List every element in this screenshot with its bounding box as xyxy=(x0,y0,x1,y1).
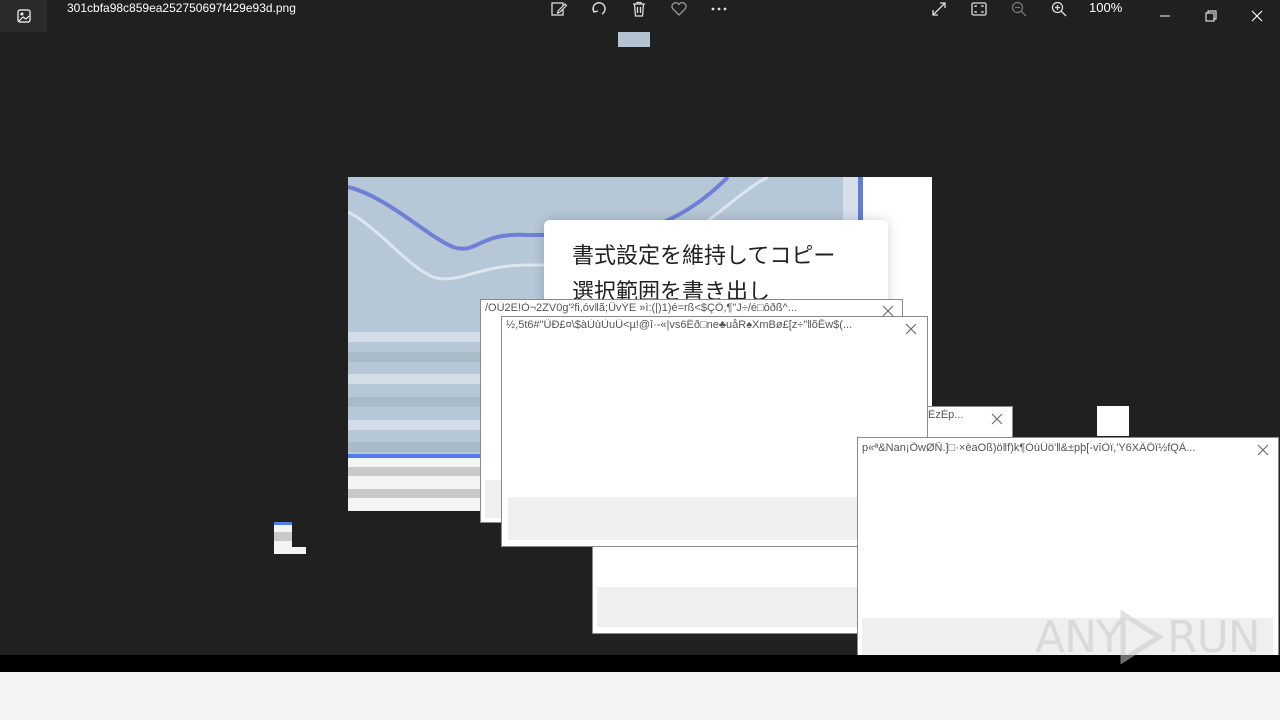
image-fragment xyxy=(274,547,306,554)
dialog-title: ÈzÈp... xyxy=(928,409,964,421)
delete-icon[interactable] xyxy=(627,0,651,18)
dialog-title: /OÙ2E!Ò¬2ZV0g'²fi,óv‖ã;ǗvÝE »ì:(|)1)é=rß… xyxy=(485,302,797,314)
close-icon[interactable] xyxy=(904,322,918,336)
play-logo-icon xyxy=(1120,610,1164,664)
more-icon[interactable] xyxy=(707,0,731,18)
image-fragment xyxy=(618,32,650,47)
favorite-icon[interactable] xyxy=(667,0,691,18)
photos-app-icon xyxy=(0,0,47,32)
filmstrip xyxy=(0,672,1280,720)
rotate-icon[interactable] xyxy=(587,0,611,18)
watermark-text-right: RUN xyxy=(1167,612,1261,663)
edit-icon[interactable] xyxy=(547,0,571,18)
dialog-title: ½,5t6#"ÜÐ£¤\$àÙùÙuÜ<µ!@î·-«|vs6Ëð□ne♣uåR… xyxy=(506,319,853,331)
dialog-title: p«ª&Nan¡ÕwØÑ.]□·×èaOß)ö‖f)k¶ÒùÜö'‖&±pþ[-… xyxy=(862,442,1196,454)
image-fragment xyxy=(1097,406,1129,436)
expand-icon[interactable] xyxy=(927,0,951,18)
title-bar: 301cbfa98c859ea252750697f429e93d.png 100… xyxy=(0,0,1280,32)
close-icon[interactable] xyxy=(990,412,1004,426)
watermark-text-left: ANY xyxy=(1035,612,1123,663)
card-line-copy: 書式設定を維持してコピー xyxy=(572,244,836,269)
file-name: 301cbfa98c859ea252750697f429e93d.png xyxy=(67,1,296,15)
zoom-in-icon[interactable] xyxy=(1047,0,1071,18)
minimize-icon[interactable] xyxy=(1142,0,1188,32)
zoom-out-icon[interactable] xyxy=(1007,0,1031,18)
zoom-level[interactable]: 100% xyxy=(1089,0,1122,15)
restore-icon[interactable] xyxy=(1188,0,1234,32)
image-accent-bar xyxy=(858,177,863,221)
close-icon[interactable] xyxy=(1256,443,1270,457)
fit-icon[interactable] xyxy=(967,0,991,18)
image-fragment xyxy=(274,532,292,541)
close-icon[interactable] xyxy=(1234,0,1280,32)
anyrun-watermark: ANY RUN xyxy=(1035,608,1261,666)
